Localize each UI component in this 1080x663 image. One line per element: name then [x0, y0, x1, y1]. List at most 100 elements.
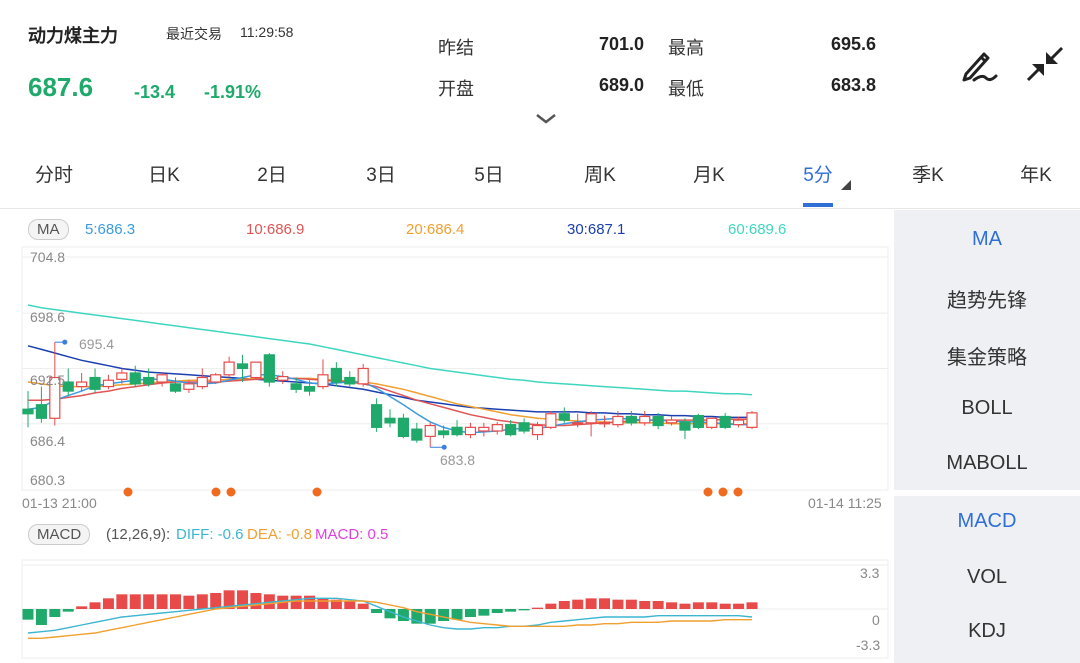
open-value: 689.0	[598, 75, 644, 95]
candle-body	[706, 417, 718, 428]
candle-body	[169, 383, 182, 392]
high-annotation: 695.4	[79, 336, 115, 352]
macd-tag[interactable]: MACD	[28, 524, 91, 545]
indicator-maboll[interactable]: MABOLL	[894, 452, 1080, 475]
x-start-label: 01-13 21:00	[22, 495, 97, 511]
signal-dot	[226, 487, 236, 497]
candle-body	[397, 417, 410, 438]
indicator-trend-pioneer[interactable]: 趋势先锋	[894, 284, 1080, 313]
macd-bar	[76, 606, 88, 609]
last-trade-label: 最近交易	[166, 26, 222, 42]
y-tick-label: 692.5	[30, 372, 66, 388]
macd-bar	[317, 598, 329, 609]
candle-body	[250, 361, 262, 379]
indicator-boll[interactable]: BOLL	[894, 397, 1080, 420]
high-label: 最高	[668, 38, 704, 58]
tab-5min[interactable]: 5分	[803, 160, 833, 187]
edit-pen-icon[interactable]	[958, 44, 1002, 84]
macd-bar	[706, 602, 718, 609]
dropdown-triangle-icon[interactable]	[841, 180, 851, 190]
tab-weekly[interactable]: 周K	[584, 160, 616, 187]
indicator-vol[interactable]: VOL	[894, 566, 1080, 589]
macd-bar	[35, 609, 47, 625]
tab-monthly[interactable]: 月K	[693, 160, 725, 187]
indicator-ma[interactable]: MA	[894, 228, 1080, 251]
chevron-down-icon[interactable]	[534, 112, 558, 126]
indicator-gold-strategy[interactable]: 集金策略	[894, 341, 1080, 370]
candle-body	[196, 376, 208, 388]
candle-body	[357, 367, 369, 385]
macd-bar	[196, 594, 208, 609]
macd-bar	[558, 601, 570, 609]
candle-body	[625, 415, 637, 424]
candle-body	[478, 426, 490, 432]
macd-bar	[599, 598, 611, 609]
macd-bar	[371, 609, 383, 613]
macd-bar	[357, 603, 369, 609]
header-divider	[0, 208, 1080, 209]
candle-body	[612, 415, 624, 426]
candle-body	[143, 376, 155, 385]
price-change: -13.4	[134, 82, 176, 102]
indicator-macd[interactable]: MACD	[894, 510, 1080, 533]
candle-body	[156, 374, 168, 383]
macd-bar	[143, 594, 155, 609]
candle-body	[491, 424, 503, 432]
macd-bar	[438, 609, 450, 621]
tab-quarterly[interactable]: 季K	[912, 160, 944, 187]
tab-yearly[interactable]: 年K	[1020, 160, 1052, 187]
prev-settle-value: 701.0	[598, 34, 644, 54]
price-change-percent: -1.91%	[204, 82, 262, 102]
high-marker-dot	[62, 339, 68, 345]
candle-body	[290, 383, 302, 390]
sidebar-separator	[894, 490, 1080, 496]
tab-3day[interactable]: 3日	[366, 160, 396, 187]
prev-settle-label: 昨结	[438, 38, 474, 58]
current-price: 687.6	[28, 72, 94, 102]
candlestick-chart[interactable]	[0, 240, 892, 512]
tab-5day[interactable]: 5日	[474, 160, 504, 187]
macd-bar	[719, 603, 731, 609]
candle-body	[370, 404, 383, 428]
tab-daily[interactable]: 日K	[148, 160, 180, 187]
collapse-icon[interactable]	[1024, 44, 1066, 84]
diff-value: DIFF: -0.6	[176, 526, 244, 543]
period-tabs: 分时 日K 2日 3日 5日 周K 月K 5分 季K 年K	[0, 150, 1080, 200]
candle-body	[22, 408, 34, 415]
macd-bar	[625, 599, 637, 609]
candle-body	[277, 376, 289, 381]
candle-body	[76, 381, 88, 388]
signal-dot	[312, 487, 322, 497]
candle-body	[719, 415, 731, 428]
tab-2day[interactable]: 2日	[257, 160, 287, 187]
macd-bar	[652, 601, 664, 609]
macd-bar	[505, 609, 517, 612]
candle-body	[183, 383, 195, 390]
candle-body	[223, 361, 235, 376]
x-end-label: 01-14 11:25	[808, 495, 882, 511]
candle-body	[344, 376, 356, 385]
macd-bar	[572, 599, 584, 609]
candle-body	[451, 426, 463, 436]
macd-chart[interactable]	[0, 556, 892, 663]
tab-timeshare[interactable]: 分时	[35, 160, 73, 187]
candle-body	[384, 417, 396, 424]
indicator-kdj[interactable]: KDJ	[894, 620, 1080, 643]
macd-bar	[679, 603, 691, 609]
macd-bar	[531, 607, 543, 609]
candle-body	[558, 413, 570, 421]
ma30-value: 30:687.1	[567, 221, 626, 238]
ma20-value: 20:686.4	[406, 221, 465, 238]
candle-body	[263, 354, 275, 383]
y-tick-label: 686.4	[30, 433, 66, 449]
candle-body	[585, 413, 597, 424]
ma-tag[interactable]: MA	[28, 219, 69, 240]
macd-bar	[156, 594, 168, 609]
candle-body	[102, 379, 115, 388]
macd-bar	[692, 602, 704, 609]
candle-body	[116, 372, 128, 380]
candle-body	[330, 367, 342, 383]
candle-body	[129, 372, 141, 385]
macd-bar	[424, 609, 436, 624]
candle-body	[598, 422, 611, 425]
